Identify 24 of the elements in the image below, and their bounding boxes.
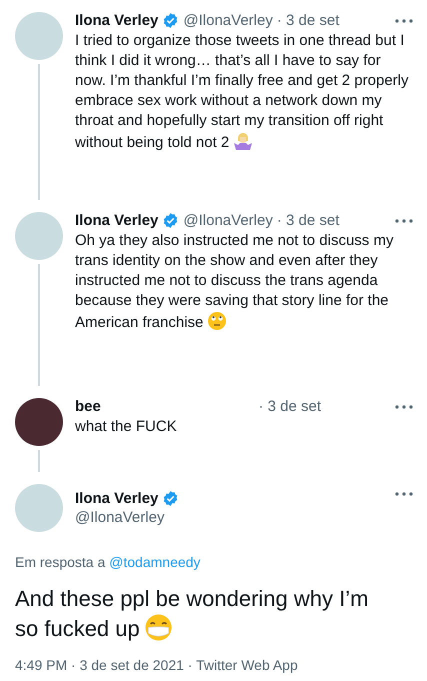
more-options-icon[interactable]: [395, 18, 413, 22]
user-handle[interactable]: @IlonaVerley: [183, 212, 273, 229]
avatar[interactable]: [15, 398, 63, 446]
masked-face-emoji-icon: [144, 613, 173, 642]
tweet-text: I tried to organize those tweets in one thread but I think I did it wrong… that’s all I have to say for now. I’m thankful I’m finally free and get 2 properly embrace sex work without a network down my throat and hopefully start my transition off right without being told not 2: [75, 31, 410, 153]
more-options-icon[interactable]: [395, 218, 413, 222]
reply-context: Em resposta a @todamneedy: [15, 554, 202, 570]
display-name[interactable]: Ilona Verley: [75, 490, 158, 507]
tweet-text: Oh ya they also instructed me not to discuss my trans identity on the show and even after they instructed me not to discuss the trans agenda because they were saving that story line for the American franchise: [75, 231, 394, 333]
tweet-date[interactable]: · 3 de set: [276, 212, 340, 229]
tweet-timestamp: 4:49 PM · 3 de set de 2021 · Twitter Web App: [15, 657, 299, 673]
tweet-date[interactable]: · 3 de set: [276, 12, 340, 29]
display-name[interactable]: bee: [75, 398, 101, 415]
tweet-text: what the FUCK: [75, 417, 178, 437]
shrugging-woman-emoji-icon: [233, 131, 254, 151]
eye-roll-emoji-icon: [207, 311, 228, 331]
display-name[interactable]: Ilona Verley: [75, 12, 158, 29]
tweet-text: And these ppl be wondering why I’m so fucked up: [15, 585, 370, 643]
display-name[interactable]: Ilona Verley: [75, 212, 158, 229]
tweet-date[interactable]: · 3 de set: [258, 398, 321, 415]
more-options-icon[interactable]: [395, 492, 413, 496]
user-handle[interactable]: @IlonaVerley: [183, 12, 273, 29]
user-handle[interactable]: @IlonaVerley: [75, 509, 383, 526]
more-options-icon[interactable]: [395, 404, 413, 408]
